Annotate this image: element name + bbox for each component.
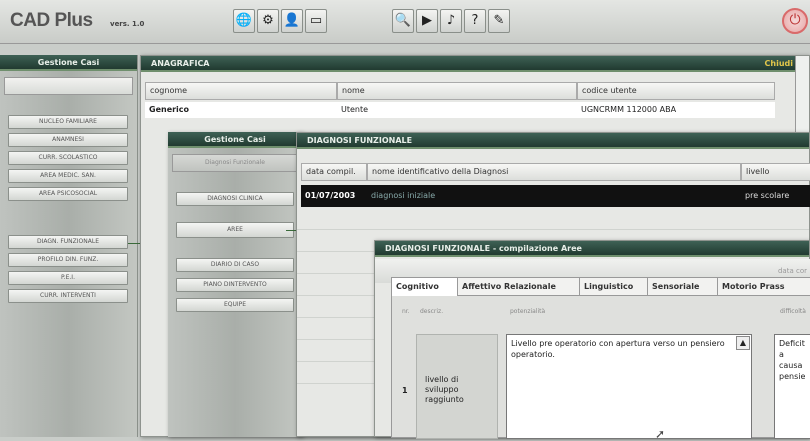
menu-pei[interactable]: P.E.I. — [8, 271, 128, 285]
col-data[interactable]: data compil. — [301, 163, 367, 181]
cell-nome-diagnosi: diagnosi iniziale — [371, 191, 436, 200]
menu-area-psicosocial[interactable]: AREA PSICOSOCIAL — [8, 187, 128, 201]
scroll-up-arrow[interactable]: ▲ — [736, 336, 750, 350]
sidebar-title: Gestione Casi — [0, 55, 137, 71]
globe-icon[interactable]: 🌐 — [233, 9, 255, 33]
close-link[interactable]: Chiudi — [765, 56, 793, 72]
aree-title: DIAGNOSI FUNZIONALE - compilazione Aree — [375, 241, 809, 257]
sidebar2-title: Gestione Casi — [168, 132, 302, 148]
menu-curr-scolastico[interactable]: CURR. SCOLASTICO — [8, 151, 128, 165]
col-difficolta: difficoltà — [780, 308, 806, 315]
tab-motorio[interactable]: Motorio Prass — [718, 278, 810, 296]
col-potenzialita: potenzialità — [510, 308, 546, 315]
current-section: Diagnosi Funzionale — [172, 154, 298, 172]
col-nome[interactable]: nome — [337, 82, 577, 100]
col-num: nr. — [402, 308, 410, 315]
cell-cognome: Generico — [149, 105, 190, 114]
row-number: 1 — [402, 386, 408, 395]
tab-sensoriale[interactable]: Sensoriale — [648, 278, 718, 296]
tab-linguistico[interactable]: Linguistico — [580, 278, 648, 296]
table-row[interactable]: 01/07/2003 diagnosi iniziale pre scolare — [301, 185, 810, 207]
menu-anamnesi[interactable]: ANAMNESI — [8, 133, 128, 147]
menu-curr-interventi[interactable]: CURR. INTERVENTI — [8, 289, 128, 303]
col-nome-diagnosi[interactable]: nome identificativo della Diagnosi — [367, 163, 741, 181]
anagrafica-title: ANAGRAFICA — [151, 59, 210, 68]
anagrafica-header: cognome nome codice utente — [145, 82, 775, 100]
menu-piano-intervento[interactable]: PIANO DINTERVENTO — [176, 278, 294, 292]
menu-profilo-din[interactable]: PROFILO DIN. FUNZ. — [8, 253, 128, 267]
tab-affettivo[interactable]: Affettivo Relazionale — [458, 278, 580, 296]
app-logo: CAD Plus — [10, 10, 93, 31]
difficolta-textarea[interactable]: Deficit a causa pensie — [774, 334, 810, 439]
menu-diagnosi-clinica[interactable]: DIAGNOSI CLINICA — [176, 192, 294, 206]
window-icon[interactable]: ▭ — [305, 9, 327, 33]
table-row[interactable]: Generico Utente UGNCRMM 112000 ABA — [145, 102, 775, 118]
search-icon[interactable]: 🔍 — [392, 9, 414, 33]
mouse-cursor-icon: ➚ — [655, 427, 666, 441]
power-icon[interactable]: ⏻ — [782, 8, 808, 34]
diagnosi-title: DIAGNOSI FUNZIONALE — [297, 133, 809, 149]
col-cognome[interactable]: cognome — [145, 82, 337, 100]
user-icon[interactable]: 👤 — [281, 9, 303, 33]
col-livello[interactable]: livello — [741, 163, 810, 181]
cell-data: 01/07/2003 — [305, 191, 356, 200]
menu-diagn-funzionale[interactable]: DIAGN. FUNZIONALE — [8, 235, 128, 249]
menu-nucleo-familiare[interactable]: NUCLEO FAMILIARE — [8, 115, 128, 129]
sidebar-search-field[interactable] — [4, 77, 133, 95]
cell-livello: pre scolare — [745, 191, 790, 200]
app-version: vers. 1.0 — [110, 20, 145, 28]
window-title: ANAGRAFICA Chiudi — [141, 56, 809, 72]
tab-cognitivo[interactable]: Cognitivo — [392, 278, 458, 296]
video-icon[interactable]: ▶ — [416, 9, 438, 33]
aree-tabpanel: Cognitivo Affettivo Relazionale Linguist… — [391, 277, 810, 439]
potenzialita-textarea[interactable]: Livello pre operatorio con apertura vers… — [506, 334, 752, 439]
menu-aree[interactable]: AREE — [176, 222, 294, 238]
menu-area-medic[interactable]: AREA MEDIC. SAN. — [8, 169, 128, 183]
audio-icon[interactable]: ♪ — [440, 9, 462, 33]
menu-diario-caso[interactable]: DIARIO DI CASO — [176, 258, 294, 272]
row-label: livello di sviluppo raggiunto — [416, 334, 498, 439]
grid-line — [297, 229, 809, 230]
diagnosi-header: data compil. nome identificativo della D… — [301, 163, 810, 181]
menu-equipe[interactable]: EQUIPE — [176, 298, 294, 312]
col-descr: descriz. — [420, 308, 444, 315]
help-icon[interactable]: ? — [464, 9, 486, 33]
col-codice-utente[interactable]: codice utente — [577, 82, 775, 100]
network-icon[interactable]: ⚙ — [257, 9, 279, 33]
aree-window: DIAGNOSI FUNZIONALE - compilazione Aree … — [374, 240, 810, 441]
cell-nome: Utente — [341, 105, 369, 114]
cell-codice: UGNCRMM 112000 ABA — [581, 105, 677, 114]
notes-icon[interactable]: ✎ — [488, 9, 510, 33]
